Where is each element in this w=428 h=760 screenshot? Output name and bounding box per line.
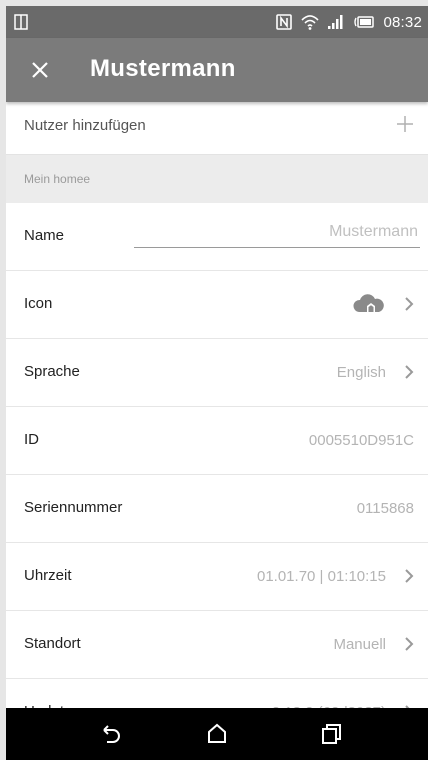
add-user-row[interactable]: Nutzer hinzufügen [6, 102, 428, 155]
location-label: Standort [24, 635, 81, 652]
serial-value: 0115868 [356, 500, 414, 517]
settings-row-time[interactable]: Uhrzeit 01.01.70 | 01:10:15 [6, 543, 428, 611]
time-value: 01.01.70 | 01:10:15 [256, 568, 386, 585]
wifi-icon [301, 15, 320, 30]
name-label: Name [24, 227, 65, 244]
settings-content: Nutzer hinzufügen Mein homee Name Icon [6, 102, 428, 747]
home-icon[interactable] [204, 721, 230, 747]
chevron-right-icon [405, 637, 414, 651]
id-value: 0005510D951C [308, 432, 414, 449]
back-icon[interactable] [98, 721, 124, 747]
name-input[interactable] [134, 217, 420, 248]
recents-icon[interactable] [318, 721, 344, 747]
settings-row-serial: Seriennummer 0115868 [6, 475, 428, 543]
plus-icon[interactable] [394, 113, 416, 135]
section-header: Mein homee [6, 155, 428, 203]
cloud-icon [353, 294, 384, 312]
page-title: Mustermann [90, 55, 236, 82]
battery-icon [354, 16, 375, 28]
chevron-right-icon [405, 365, 414, 379]
id-label: ID [24, 431, 39, 448]
time-label: Uhrzeit [24, 567, 72, 584]
icon-label: Icon [24, 295, 53, 312]
status-bar: 08:32 [6, 6, 428, 38]
add-user-label: Nutzer hinzufügen [24, 117, 146, 134]
signal-icon [328, 15, 343, 29]
close-icon[interactable] [26, 56, 54, 84]
language-value: English [336, 364, 386, 381]
chevron-right-icon [405, 569, 414, 583]
nfc-icon [276, 14, 293, 30]
settings-row-language[interactable]: Sprache English [6, 339, 428, 407]
app-bar: Mustermann [6, 38, 428, 102]
serial-label: Seriennummer [24, 499, 123, 516]
section-title: Mein homee [24, 172, 91, 186]
status-icons: 08:32 [275, 6, 422, 38]
language-label: Sprache [24, 363, 80, 380]
settings-row-icon[interactable]: Icon [6, 271, 428, 339]
tablet-icon [14, 14, 28, 30]
settings-row-location[interactable]: Standort Manuell [6, 611, 428, 679]
settings-row-name: Name [6, 203, 428, 271]
status-time: 08:32 [383, 13, 422, 31]
navigation-bar [6, 708, 428, 760]
location-value: Manuell [333, 636, 386, 653]
screen: 08:32 Mustermann Nutzer hinzufügen Mein … [6, 6, 428, 760]
chevron-right-icon [405, 297, 414, 311]
settings-row-id: ID 0005510D951C [6, 407, 428, 475]
